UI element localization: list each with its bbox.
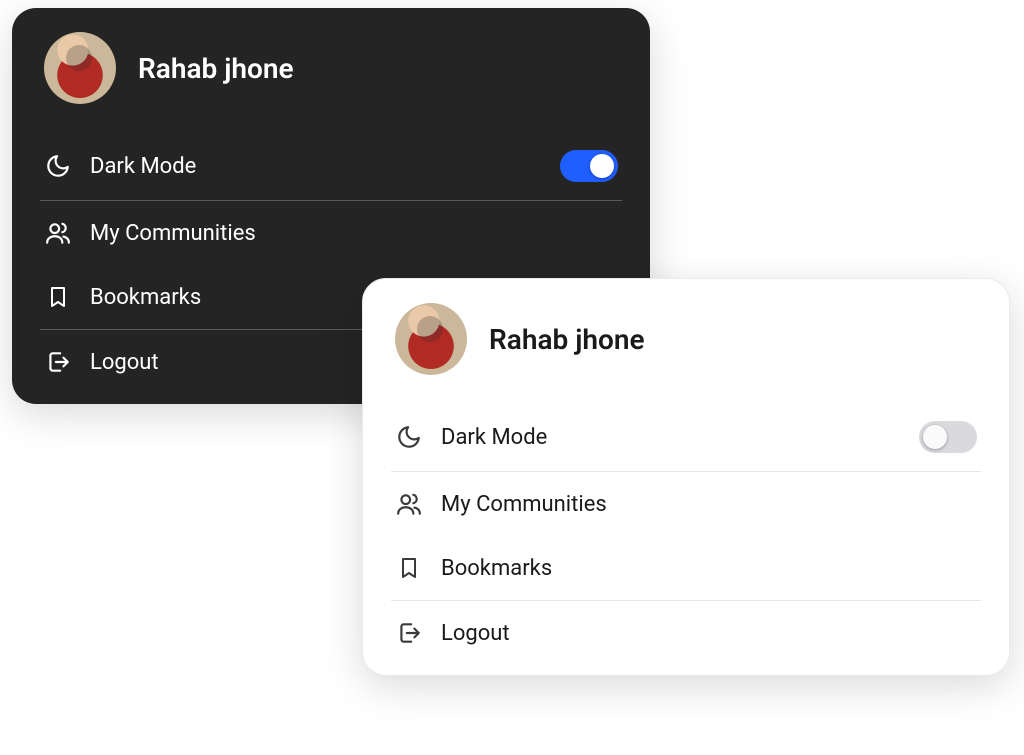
menu-item-label: My Communities — [441, 492, 977, 517]
menu-item-communities[interactable]: My Communities — [391, 472, 981, 536]
avatar — [44, 32, 116, 104]
logout-icon — [395, 619, 423, 647]
menu-item-label: Logout — [441, 621, 977, 646]
menu-item-label: My Communities — [90, 221, 618, 246]
menu-item-label: Dark Mode — [441, 425, 901, 450]
people-icon — [44, 219, 72, 247]
dark-mode-toggle[interactable] — [560, 150, 618, 182]
people-icon — [395, 490, 423, 518]
username: Rahab jhone — [138, 52, 294, 85]
moon-icon — [395, 423, 423, 451]
menu-item-dark-mode[interactable]: Dark Mode — [391, 403, 981, 471]
menu-item-label: Bookmarks — [441, 556, 977, 581]
moon-icon — [44, 152, 72, 180]
profile-row[interactable]: Rahab jhone — [391, 303, 981, 375]
menu-item-communities[interactable]: My Communities — [40, 201, 622, 265]
bookmark-icon — [44, 283, 72, 311]
bookmark-icon — [395, 554, 423, 582]
menu-item-label: Dark Mode — [90, 154, 542, 179]
logout-icon — [44, 348, 72, 376]
username: Rahab jhone — [489, 323, 645, 356]
avatar — [395, 303, 467, 375]
profile-row[interactable]: Rahab jhone — [40, 32, 622, 104]
dark-mode-toggle[interactable] — [919, 421, 977, 453]
menu-item-bookmarks[interactable]: Bookmarks — [391, 536, 981, 600]
menu-card-light: Rahab jhone Dark Mode My Communities Boo… — [362, 278, 1010, 676]
menu-item-dark-mode[interactable]: Dark Mode — [40, 132, 622, 200]
menu-item-logout[interactable]: Logout — [391, 601, 981, 665]
